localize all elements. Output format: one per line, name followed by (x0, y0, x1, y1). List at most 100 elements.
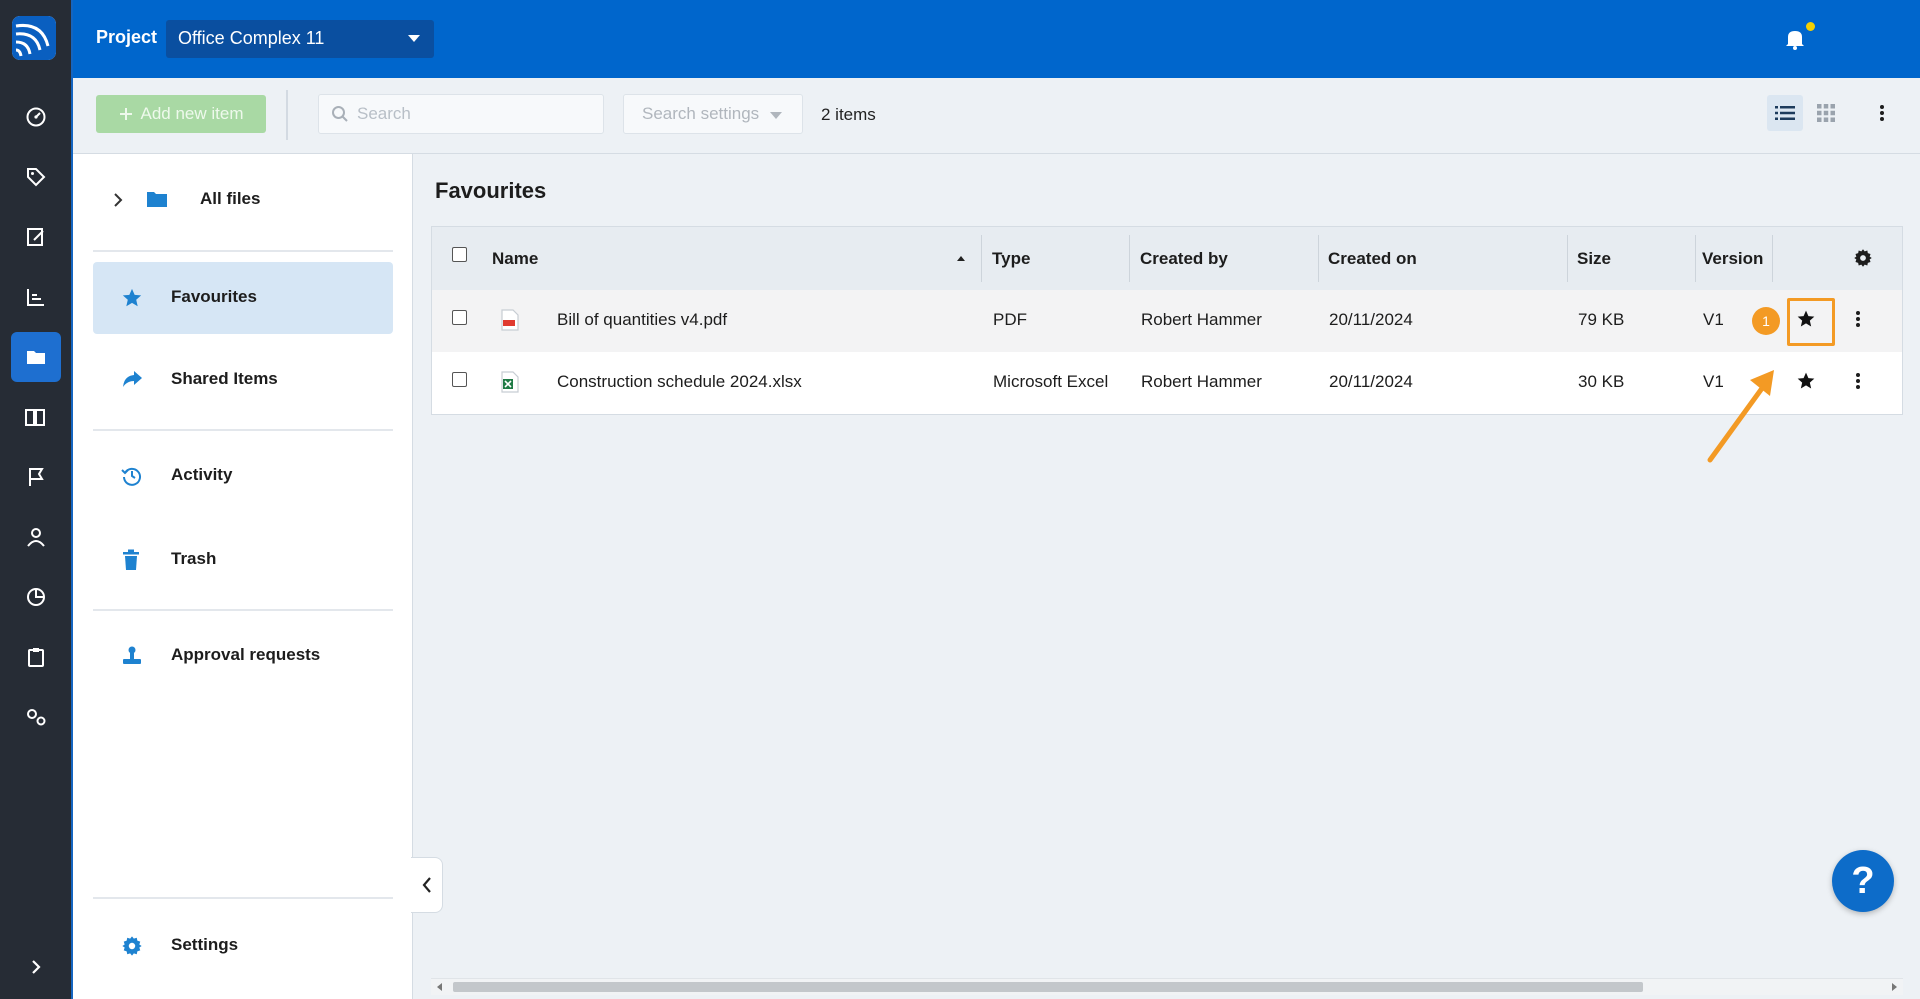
toolbar-more-options-icon[interactable] (1870, 95, 1894, 131)
folder-sidebar: All files Favourites Shared Items Activi… (73, 154, 413, 999)
column-header-created-by[interactable]: Created by (1140, 249, 1228, 269)
admin-settings-icon[interactable] (11, 692, 61, 742)
add-new-item-label: Add new item (140, 104, 244, 123)
row-checkbox[interactable] (452, 310, 467, 325)
page-title: Favourites (435, 178, 547, 203)
column-header-created-on[interactable]: Created on (1328, 249, 1417, 269)
pdf-file-icon (501, 309, 519, 331)
project-label: Project (96, 27, 158, 47)
scroll-left-arrow-icon[interactable] (437, 983, 442, 991)
collapse-sidebar-button[interactable] (411, 857, 443, 913)
sidebar-item-label: Approval requests (171, 645, 321, 664)
file-name[interactable]: Bill of quantities v4.pdf (557, 310, 727, 330)
sidebar-item-label: Shared Items (171, 369, 278, 388)
select-all-checkbox[interactable] (452, 247, 467, 262)
sidebar-item-label: Activity (171, 465, 233, 484)
favourite-star-icon[interactable] (1796, 371, 1816, 391)
file-type: Microsoft Excel (993, 372, 1109, 391)
help-button[interactable]: ? (1832, 850, 1894, 912)
sidebar-divider (93, 897, 393, 899)
history-icon (121, 465, 143, 487)
project-select[interactable]: Office Complex 11 (166, 20, 434, 58)
sidebar-item-label: Trash (171, 549, 217, 568)
file-created-by: Robert Hammer (1141, 372, 1262, 391)
edit-document-icon[interactable] (11, 212, 61, 262)
chevron-down-icon (770, 112, 782, 119)
sidebar-divider (93, 250, 393, 252)
grid-view-icon (1817, 104, 1835, 122)
scroll-right-arrow-icon[interactable] (1892, 983, 1897, 991)
column-header-version[interactable]: Version (1702, 249, 1763, 269)
scrollbar-thumb[interactable] (453, 982, 1643, 992)
row-more-options-icon[interactable] (1855, 309, 1861, 329)
app-logo[interactable] (12, 16, 56, 60)
top-bar: Project Office Complex 11 (73, 0, 1920, 78)
notification-badge (1806, 22, 1815, 31)
file-size: 30 KB (1578, 372, 1625, 391)
clipboard-icon[interactable] (11, 632, 61, 682)
pie-chart-icon[interactable] (11, 572, 61, 622)
icon-rail (0, 0, 73, 999)
toolbar-divider (286, 90, 288, 140)
chevron-right-icon[interactable] (113, 192, 123, 208)
step-badge: 1 (1752, 307, 1780, 335)
column-divider (981, 235, 982, 282)
column-divider (1318, 235, 1319, 282)
annotation-arrow-icon (1700, 362, 1780, 467)
reports-chart-icon[interactable] (11, 272, 61, 322)
column-divider (1772, 235, 1773, 282)
sidebar-item-approval-requests[interactable]: Approval requests (93, 620, 393, 692)
user-icon[interactable] (11, 512, 61, 562)
file-created-on: 20/11/2024 (1329, 310, 1413, 329)
column-header-type[interactable]: Type (992, 249, 1030, 269)
sidebar-item-activity[interactable]: Activity (93, 440, 393, 512)
sidebar-item-label: Settings (171, 935, 239, 954)
table-header: Name Type Created by Created on Size Ver… (432, 227, 1902, 291)
list-view-button[interactable] (1767, 95, 1803, 131)
sidebar-item-settings[interactable]: Settings (93, 910, 393, 982)
file-version: V1 (1703, 310, 1724, 329)
row-checkbox[interactable] (452, 372, 467, 387)
sidebar-item-all-files[interactable]: All files (93, 164, 393, 236)
column-header-name[interactable]: Name (492, 249, 538, 269)
highlight-box (1787, 298, 1835, 346)
archive-books-icon[interactable] (11, 392, 61, 442)
search-icon (331, 105, 349, 123)
column-divider (1129, 235, 1130, 282)
file-created-on: 20/11/2024 (1329, 372, 1413, 391)
files-table: Name Type Created by Created on Size Ver… (431, 226, 1903, 415)
horizontal-scrollbar[interactable] (431, 978, 1903, 995)
sidebar-item-shared[interactable]: Shared Items (93, 344, 393, 416)
search-box[interactable] (318, 94, 604, 134)
chevron-left-icon (421, 876, 433, 894)
file-name[interactable]: Construction schedule 2024.xlsx (557, 372, 802, 392)
add-new-item-button[interactable]: Add new item (96, 95, 266, 133)
row-more-options-icon[interactable] (1855, 371, 1861, 391)
project-select-value: Office Complex 11 (178, 28, 325, 48)
tags-icon[interactable] (11, 152, 61, 202)
flag-icon[interactable] (11, 452, 61, 502)
sidebar-item-favourites[interactable]: Favourites (93, 262, 393, 334)
search-input[interactable] (355, 103, 599, 125)
column-settings-gear-icon[interactable] (1853, 248, 1873, 268)
column-header-size[interactable]: Size (1577, 249, 1611, 269)
grid-view-button[interactable] (1808, 95, 1844, 131)
table-row[interactable]: Construction schedule 2024.xlsx Microsof… (432, 352, 1902, 414)
column-divider (1695, 235, 1696, 282)
documents-folder-icon[interactable] (11, 332, 61, 382)
sort-ascending-icon[interactable] (956, 255, 966, 261)
trash-icon (121, 549, 141, 571)
plus-icon (119, 107, 133, 121)
sidebar-item-trash[interactable]: Trash (93, 524, 393, 596)
dashboard-icon[interactable] (11, 92, 61, 142)
table-row[interactable]: Bill of quantities v4.pdf PDF Robert Ham… (432, 290, 1902, 352)
toolbar: Add new item Search settings 2 items (73, 78, 1920, 154)
sidebar-item-label: All files (200, 189, 261, 208)
star-icon (121, 287, 143, 309)
file-created-by: Robert Hammer (1141, 310, 1262, 329)
expand-rail-chevron-icon[interactable] (11, 942, 61, 992)
excel-file-icon (501, 371, 519, 393)
notification-bell-icon[interactable] (1784, 27, 1806, 51)
search-settings-dropdown[interactable]: Search settings (623, 94, 803, 134)
sidebar-divider (93, 609, 393, 611)
